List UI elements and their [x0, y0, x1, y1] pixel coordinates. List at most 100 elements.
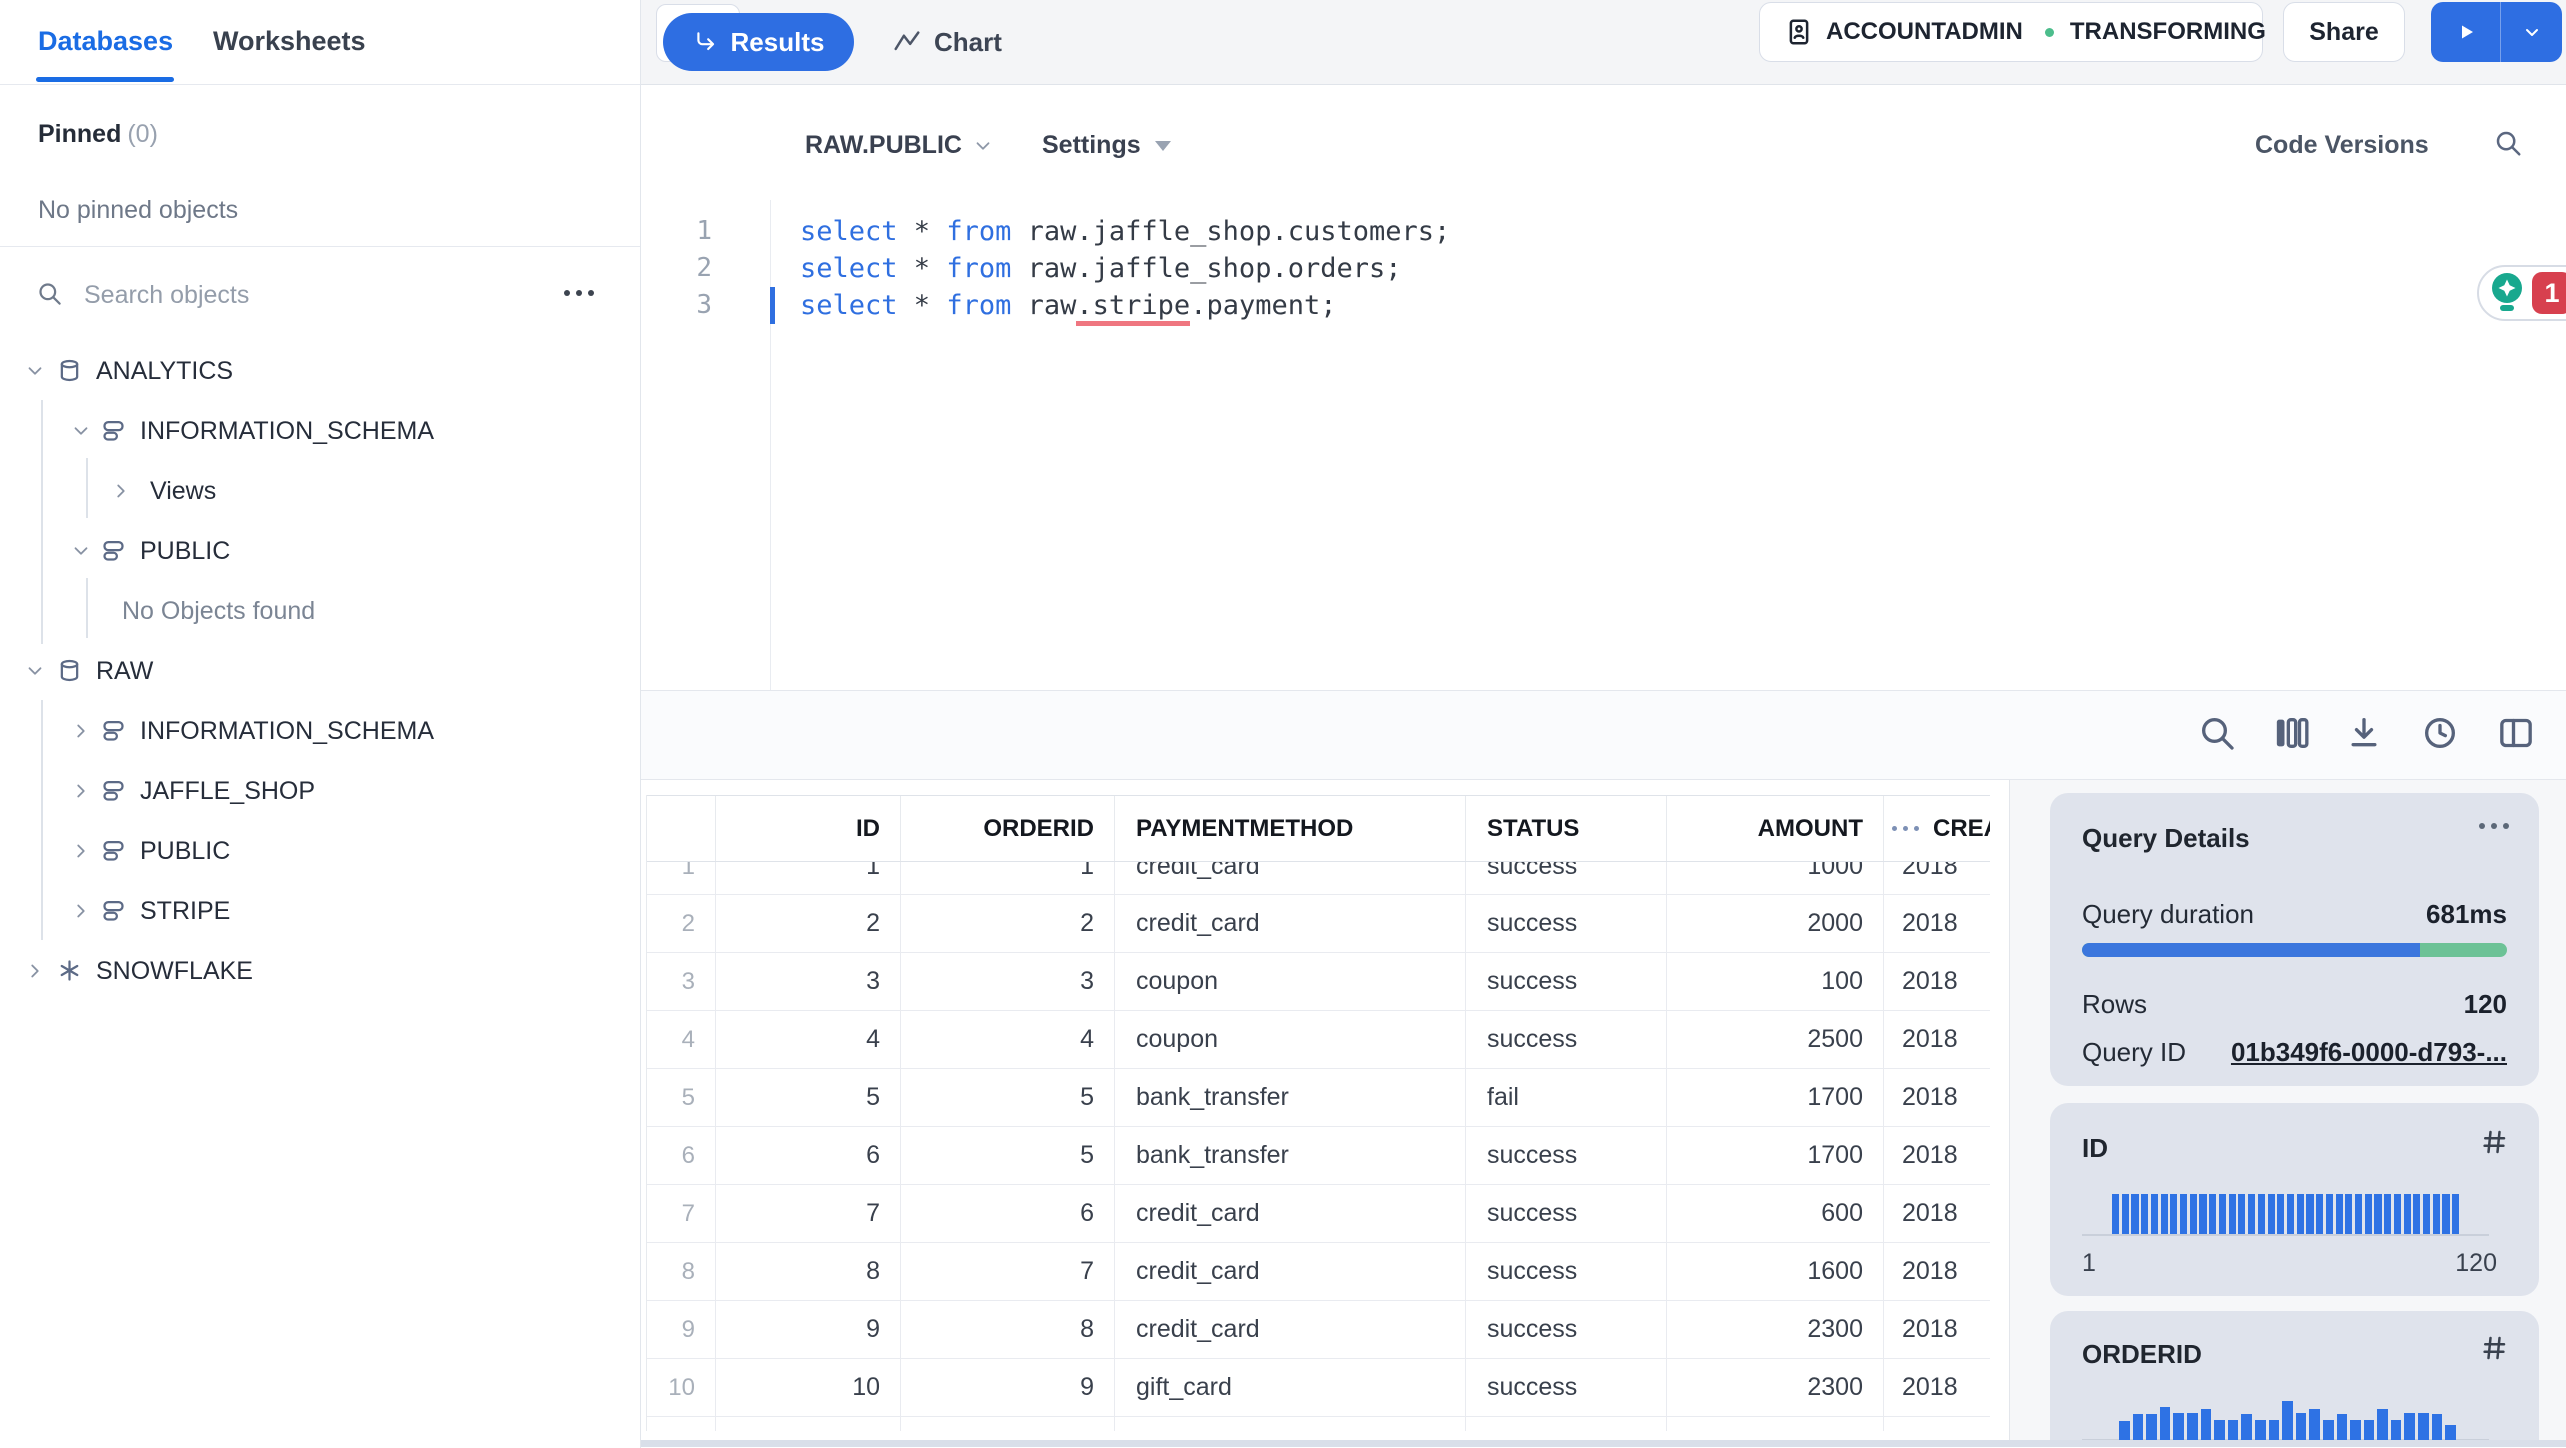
cell-orderid[interactable]: 4: [901, 1011, 1115, 1068]
cell-amount[interactable]: 100: [1667, 953, 1884, 1010]
cell-created[interactable]: 2018: [1884, 895, 1990, 952]
cell-orderid[interactable]: 2: [901, 895, 1115, 952]
cell-created[interactable]: 2018: [1884, 1185, 1990, 1242]
editor-search-icon[interactable]: [2493, 128, 2523, 158]
cell-paymentmethod[interactable]: credit_card: [1115, 1417, 1466, 1431]
search-objects-input[interactable]: [82, 272, 516, 318]
cell-status[interactable]: success: [1466, 1243, 1667, 1300]
cell-orderid[interactable]: 8: [901, 1301, 1115, 1358]
table-row[interactable]: 3 3 3 coupon success 100 2018: [647, 953, 1990, 1011]
cell-amount[interactable]: 2500: [1667, 1011, 1884, 1068]
cell-orderid[interactable]: 6: [901, 1185, 1115, 1242]
column-header-paymentmethod[interactable]: PAYMENTMETHOD: [1115, 796, 1466, 861]
column-menu-icon[interactable]: [1892, 826, 1919, 831]
tree-item-information-schema[interactable]: INFORMATION_SCHEMA: [0, 703, 640, 759]
cell-orderid[interactable]: 9: [901, 1359, 1115, 1416]
query-details-menu-icon[interactable]: [2479, 823, 2509, 829]
table-row[interactable]: 6 6 5 bank_transfer success 1700 2018: [647, 1127, 1990, 1185]
run-options-segment[interactable]: [2501, 2, 2562, 62]
cell-paymentmethod[interactable]: credit_card: [1115, 1301, 1466, 1358]
cell-id[interactable]: 10: [716, 1359, 901, 1416]
cell-status[interactable]: success: [1466, 862, 1667, 894]
cell-paymentmethod[interactable]: bank_transfer: [1115, 1127, 1466, 1184]
cell-paymentmethod[interactable]: credit_card: [1115, 895, 1466, 952]
cell-id[interactable]: 6: [716, 1127, 901, 1184]
cell-created[interactable]: 2018: [1884, 1069, 1990, 1126]
chevron-right-icon[interactable]: [70, 840, 92, 862]
results-search-icon[interactable]: [2197, 713, 2237, 753]
download-icon[interactable]: [2344, 713, 2384, 753]
tab-chart[interactable]: Chart: [892, 13, 1002, 71]
tree-item-snowflake[interactable]: SNOWFLAKE: [0, 943, 640, 999]
sql-line[interactable]: select * from raw.jaffle_shop.customers;: [800, 213, 1450, 250]
column-header-amount[interactable]: AMOUNT: [1667, 796, 1884, 861]
cell-created[interactable]: 2018: [1884, 953, 1990, 1010]
tab-worksheets[interactable]: Worksheets: [213, 26, 366, 57]
tab-results[interactable]: Results: [663, 13, 854, 71]
code-versions-button[interactable]: Code Versions: [2255, 131, 2429, 160]
chevron-down-icon[interactable]: [70, 420, 92, 442]
chevron-right-icon[interactable]: [70, 780, 92, 802]
table-row[interactable]: 8 8 7 credit_card success 1600 2018: [647, 1243, 1990, 1301]
cell-id[interactable]: 3: [716, 953, 901, 1010]
editor-suggestions-pill[interactable]: 1: [2477, 265, 2566, 321]
chevron-right-icon[interactable]: [110, 480, 132, 502]
tree-item-jaffle-shop[interactable]: JAFFLE_SHOP: [0, 763, 640, 819]
tree-item-public[interactable]: PUBLIC: [0, 823, 640, 879]
cell-amount[interactable]: 1600: [1667, 1243, 1884, 1300]
cell-id[interactable]: 4: [716, 1011, 901, 1068]
sql-line[interactable]: select * from raw.jaffle_shop.orders;: [800, 250, 1402, 287]
table-row[interactable]: 11 credit_card: [647, 1417, 1990, 1431]
cell-amount[interactable]: 1700: [1667, 1069, 1884, 1126]
cell-orderid[interactable]: 7: [901, 1243, 1115, 1300]
cell-amount[interactable]: 1000: [1667, 862, 1884, 894]
column-header-orderid[interactable]: ORDERID: [901, 796, 1115, 861]
tree-item-analytics[interactable]: ANALYTICS: [0, 343, 640, 399]
table-row[interactable]: 2 2 2 credit_card success 2000 2018: [647, 895, 1990, 953]
cell-status[interactable]: success: [1466, 895, 1667, 952]
horizontal-scrollbar[interactable]: [640, 1440, 2566, 1447]
chevron-right-icon[interactable]: [24, 960, 46, 982]
cell-paymentmethod[interactable]: coupon: [1115, 1011, 1466, 1068]
cell-status[interactable]: fail: [1466, 1069, 1667, 1126]
table-row[interactable]: 7 7 6 credit_card success 600 2018: [647, 1185, 1990, 1243]
cell-orderid[interactable]: 3: [901, 953, 1115, 1010]
cell-id[interactable]: 2: [716, 895, 901, 952]
cell-created[interactable]: 2018: [1884, 1011, 1990, 1068]
cell-status[interactable]: [1466, 1417, 1667, 1431]
chevron-down-icon[interactable]: [70, 540, 92, 562]
columns-icon[interactable]: [2271, 713, 2311, 753]
chevron-down-icon[interactable]: [24, 360, 46, 382]
table-row[interactable]: 9 9 8 credit_card success 2300 2018: [647, 1301, 1990, 1359]
table-row[interactable]: 4 4 4 coupon success 2500 2018: [647, 1011, 1990, 1069]
table-row[interactable]: 5 5 5 bank_transfer fail 1700 2018: [647, 1069, 1990, 1127]
share-button[interactable]: Share: [2283, 2, 2405, 62]
cell-paymentmethod[interactable]: coupon: [1115, 953, 1466, 1010]
table-row[interactable]: 10 10 9 gift_card success 2300 2018: [647, 1359, 1990, 1417]
cell-amount[interactable]: 1700: [1667, 1127, 1884, 1184]
cell-paymentmethod[interactable]: bank_transfer: [1115, 1069, 1466, 1126]
cell-status[interactable]: success: [1466, 953, 1667, 1010]
cell-orderid[interactable]: [901, 1417, 1115, 1431]
cell-status[interactable]: success: [1466, 1359, 1667, 1416]
history-clock-icon[interactable]: [2420, 713, 2460, 753]
cell-orderid[interactable]: 5: [901, 1069, 1115, 1126]
settings-selector[interactable]: Settings: [1042, 131, 1171, 160]
chevron-down-icon[interactable]: [24, 660, 46, 682]
tree-item-views[interactable]: Views: [0, 463, 640, 519]
cell-id[interactable]: 1: [716, 862, 901, 894]
session-context-button[interactable]: ACCOUNTADMIN TRANSFORMING: [1759, 2, 2266, 62]
sql-line[interactable]: select * from raw.stripe.payment;: [800, 287, 1337, 326]
cell-created[interactable]: 2018: [1884, 862, 1990, 894]
cell-id[interactable]: 5: [716, 1069, 901, 1126]
cell-id[interactable]: 7: [716, 1185, 901, 1242]
column-header-created[interactable]: CREATED: [1884, 796, 1990, 861]
cell-created[interactable]: 2018: [1884, 1127, 1990, 1184]
cell-paymentmethod[interactable]: credit_card: [1115, 862, 1466, 894]
run-play-segment[interactable]: [2431, 2, 2501, 62]
split-panel-icon[interactable]: [2496, 713, 2536, 753]
tab-databases[interactable]: Databases: [38, 26, 173, 57]
chevron-right-icon[interactable]: [70, 900, 92, 922]
query-id-link[interactable]: 01b349f6-0000-d793-...: [2231, 1037, 2507, 1068]
cell-created[interactable]: [1884, 1417, 1990, 1431]
